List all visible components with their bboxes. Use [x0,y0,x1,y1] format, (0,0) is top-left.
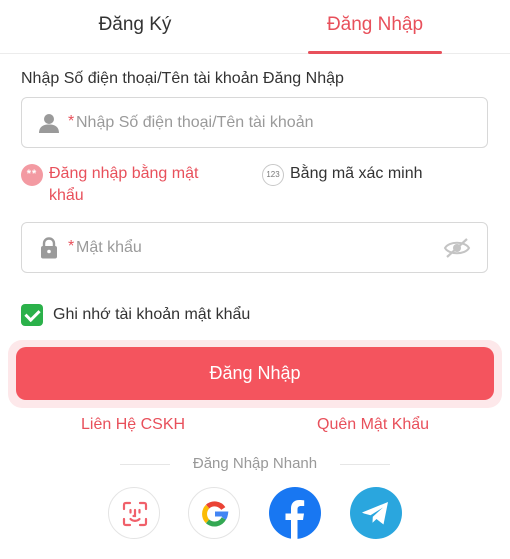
contact-support-link[interactable]: Liên Hệ CSKH [81,416,185,434]
divider-line [340,464,390,465]
eye-off-icon[interactable] [443,236,471,260]
user-icon [39,114,59,133]
tab-login[interactable]: Đăng Nhập [308,0,442,54]
facebook-login-button[interactable] [269,487,321,539]
tab-login-label: Đăng Nhập [326,14,424,35]
face-id-icon [122,501,148,527]
required-mark: * [68,238,75,255]
telegram-icon [362,502,388,525]
telegram-login-button[interactable] [350,487,402,539]
checkbox-checked-icon[interactable] [21,304,43,326]
lock-icon [41,237,57,259]
account-input[interactable] [76,106,456,140]
remember-me-label: Ghi nhớ tài khoản mật khẩu [53,306,251,323]
tab-register[interactable]: Đăng Ký [40,0,230,54]
remember-me-checkbox[interactable]: Ghi nhớ tài khoản mật khẩu [21,304,250,326]
face-id-login-button[interactable] [108,487,160,539]
facebook-icon [285,500,305,539]
account-field-label: Nhập Số điện thoại/Tên tài khoản Đăng Nh… [21,70,344,87]
quick-login-divider: Đăng Nhập Nhanh [120,455,390,473]
google-icon [202,501,229,527]
password-login-option-label: Đăng nhập bằng mật khẩu [49,165,199,204]
password-input-box[interactable]: * [21,222,488,273]
google-login-button[interactable] [188,487,240,539]
otp-login-option-label: Bằng mã xác minh [290,165,423,182]
password-mode-icon [21,164,43,186]
forgot-password-link[interactable]: Quên Mật Khẩu [317,416,429,434]
active-tab-indicator [308,51,442,54]
account-input-box[interactable]: * [21,97,488,148]
auth-tabs: Đăng Ký Đăng Nhập [0,0,510,54]
required-mark: * [68,113,75,130]
password-login-option[interactable]: Đăng nhập bằng mật khẩu [21,163,231,207]
password-input[interactable] [76,231,456,265]
otp-login-option[interactable]: Bằng mã xác minh [262,163,462,186]
otp-mode-icon [262,164,284,186]
login-button[interactable]: Đăng Nhập [16,347,494,400]
login-button-halo: Đăng Nhập [8,340,502,408]
